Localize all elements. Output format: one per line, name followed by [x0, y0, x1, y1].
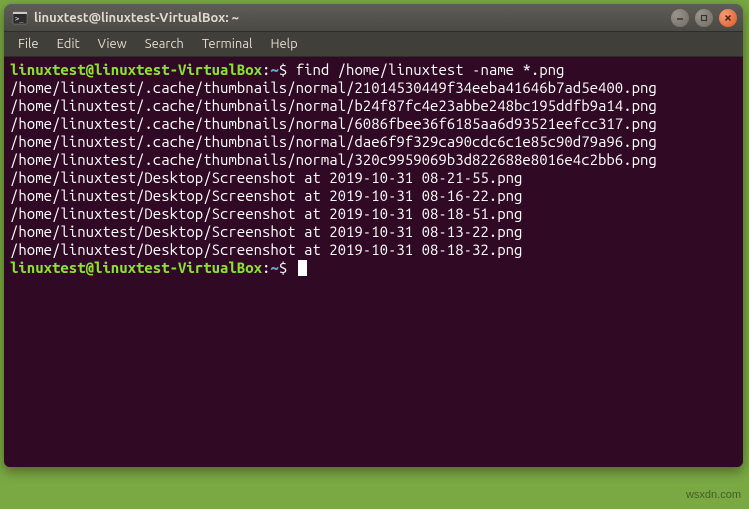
- output-line: /home/linuxtest/.cache/thumbnails/normal…: [10, 133, 657, 150]
- output-line: /home/linuxtest/.cache/thumbnails/normal…: [10, 115, 657, 132]
- maximize-button[interactable]: [695, 9, 713, 27]
- terminal-window: >_ linuxtest@linuxtest-VirtualBox: ~ Fil…: [4, 4, 743, 467]
- output-line: /home/linuxtest/.cache/thumbnails/normal…: [10, 79, 657, 96]
- titlebar[interactable]: >_ linuxtest@linuxtest-VirtualBox: ~: [4, 4, 743, 32]
- output-line: /home/linuxtest/Desktop/Screenshot at 20…: [10, 187, 522, 204]
- menu-search[interactable]: Search: [137, 34, 192, 54]
- output-line: /home/linuxtest/Desktop/Screenshot at 20…: [10, 223, 522, 240]
- menu-view[interactable]: View: [90, 34, 135, 54]
- menu-terminal[interactable]: Terminal: [194, 34, 261, 54]
- terminal-icon: >_: [12, 10, 28, 26]
- cursor: [298, 260, 307, 276]
- terminal-body[interactable]: linuxtest@linuxtest-VirtualBox:~$ find /…: [4, 57, 743, 467]
- output-line: /home/linuxtest/.cache/thumbnails/normal…: [10, 97, 657, 114]
- command-text: find /home/linuxtest -name *.png: [296, 61, 565, 78]
- close-button[interactable]: [719, 9, 737, 27]
- prompt-dollar: $: [279, 61, 296, 78]
- menu-file[interactable]: File: [10, 34, 47, 54]
- prompt-path: ~: [270, 61, 278, 78]
- prompt-user: linuxtest@linuxtest-VirtualBox: [10, 259, 262, 276]
- menu-edit[interactable]: Edit: [49, 34, 88, 54]
- watermark: wsxdn.com: [686, 489, 741, 501]
- prompt-dollar: $: [279, 259, 296, 276]
- prompt-user: linuxtest@linuxtest-VirtualBox: [10, 61, 262, 78]
- menubar: File Edit View Search Terminal Help: [4, 32, 743, 57]
- output-line: /home/linuxtest/Desktop/Screenshot at 20…: [10, 169, 522, 186]
- prompt-path: ~: [270, 259, 278, 276]
- output-line: /home/linuxtest/.cache/thumbnails/normal…: [10, 151, 657, 168]
- menu-help[interactable]: Help: [262, 34, 305, 54]
- svg-text:>_: >_: [15, 15, 24, 23]
- minimize-button[interactable]: [671, 9, 689, 27]
- output-line: /home/linuxtest/Desktop/Screenshot at 20…: [10, 241, 522, 258]
- window-controls: [671, 9, 737, 27]
- output-line: /home/linuxtest/Desktop/Screenshot at 20…: [10, 205, 522, 222]
- window-title: linuxtest@linuxtest-VirtualBox: ~: [34, 11, 239, 25]
